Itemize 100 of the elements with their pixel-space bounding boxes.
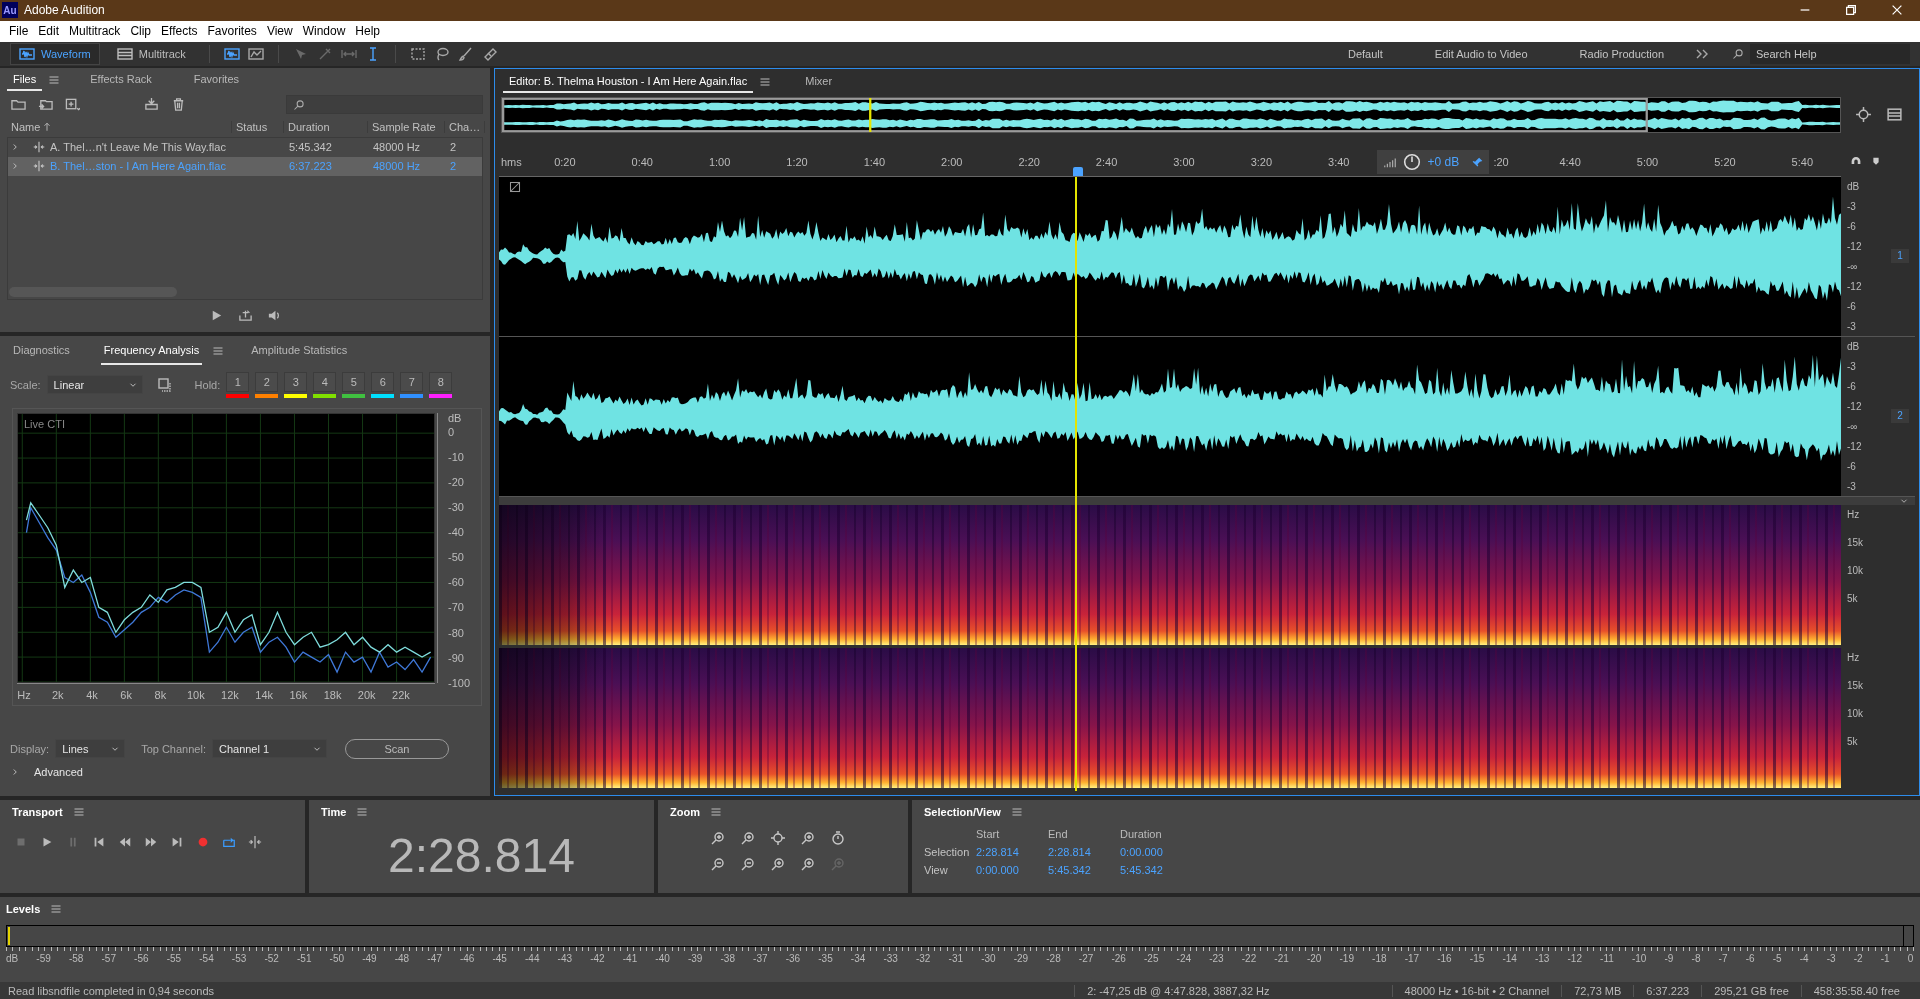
axis-label: -30 — [448, 501, 464, 514]
status-item: 48000 Hz • 16-bit • 2 Channel — [1391, 984, 1562, 997]
scale-label: -12 — [1847, 240, 1863, 252]
pin-icon[interactable] — [1471, 155, 1485, 169]
spectrogram-drawing[interactable] — [499, 647, 1841, 788]
import-icon[interactable] — [38, 97, 53, 113]
panel-menu-icon[interactable] — [759, 75, 772, 88]
hold-button[interactable]: 7 — [400, 371, 424, 392]
time-value[interactable]: 2:28.814 — [976, 845, 1048, 858]
search-field[interactable]: Search Help — [1750, 43, 1910, 64]
new-file-icon[interactable] — [65, 97, 80, 113]
search-field[interactable] — [286, 95, 483, 115]
scale-label: -51 — [297, 952, 312, 964]
scale-dropdown[interactable]: Linear — [46, 375, 143, 395]
scale-label: -38 — [720, 952, 735, 964]
menu-item[interactable]: Effects — [156, 24, 203, 39]
display-dropdown[interactable]: Lines — [55, 739, 126, 759]
open-folder-icon[interactable] — [11, 97, 26, 113]
view-toggle[interactable]: Multitrack — [107, 42, 195, 65]
channel-badge[interactable]: 2 — [1891, 408, 1909, 423]
scale-label: -33 — [883, 952, 898, 964]
zoom-in-icon — [770, 855, 786, 872]
overlay-icon[interactable] — [156, 376, 173, 393]
menu-item[interactable]: Multitrack — [64, 24, 126, 39]
ruler-label: 0:40 — [631, 156, 653, 169]
panel-tab[interactable]: Effects Rack — [84, 68, 158, 91]
waveform-view-icon[interactable] — [223, 45, 240, 62]
scale-label: -27 — [1078, 952, 1094, 964]
marquee-tool-icon[interactable] — [409, 45, 426, 62]
panel-tab[interactable]: Mixer — [799, 70, 839, 93]
file-row[interactable]: A. Thel…n't Leave Me This Way.flac 5:45.342 48000 Hz 2 — [8, 137, 482, 157]
hold-button[interactable]: 6 — [371, 371, 395, 392]
hold-button[interactable]: 8 — [429, 371, 453, 392]
menu-item[interactable]: Favorites — [202, 24, 262, 39]
column-header[interactable]: Sample Rate — [368, 121, 445, 134]
table-cell-text: 2 — [449, 160, 458, 173]
workspace-tab[interactable]: Default — [1326, 47, 1405, 60]
scale-label: -18 — [1372, 952, 1387, 964]
scale-label: -32 — [915, 952, 931, 964]
waveform-drawing[interactable] — [499, 176, 1841, 336]
scale-label: -42 — [590, 952, 605, 964]
panel-tab[interactable]: Diagnostics — [10, 336, 73, 365]
ruler-label: 1:00 — [708, 156, 731, 169]
menu-item[interactable]: View — [261, 24, 298, 39]
channel-dropdown[interactable]: Channel 1 — [211, 739, 327, 759]
axis-label: -70 — [448, 601, 464, 614]
workspace-tab[interactable]: Radio Production — [1557, 47, 1686, 60]
column-header[interactable]: Cha… — [445, 121, 485, 134]
menu-item[interactable]: File — [4, 24, 34, 39]
time-value[interactable]: 5:45.342 — [1120, 863, 1192, 876]
zoom-navigator-icon[interactable] — [1855, 106, 1872, 124]
skip-button[interactable] — [248, 834, 262, 849]
column-header[interactable]: Name — [7, 121, 232, 134]
hold-button[interactable]: 3 — [284, 371, 308, 392]
time-value[interactable]: 0:00.000 — [1120, 845, 1192, 858]
scale-label: -17 — [1404, 952, 1420, 964]
hud-toggle-icon[interactable] — [509, 180, 521, 193]
volume-hud[interactable]: +0 dB — [1377, 150, 1490, 175]
volume-reading: +0 dB — [1427, 155, 1460, 170]
spectrogram-drawing[interactable] — [499, 504, 1841, 645]
scrollbar[interactable] — [9, 286, 177, 297]
scale-label: -52 — [264, 952, 279, 964]
column-header[interactable]: Duration — [284, 121, 368, 134]
view-toggle[interactable]: Waveform — [10, 42, 100, 65]
track-list-icon[interactable] — [1886, 106, 1903, 124]
time-ruler[interactable]: hms 0:20 0:40 1:00 1:20 1:40 2:00 2:20 2:40 3:00 3:20 3:40 +0 dB :20 4:40 5:00 5:20 5:40 — [499, 148, 1841, 177]
trash-icon[interactable] — [171, 97, 186, 113]
panel-tab[interactable]: Editor: B. Thelma Houston - I Am Here Again.flac — [503, 70, 754, 93]
workspace-tab[interactable]: Edit Audio to Video — [1412, 47, 1550, 60]
hold-button[interactable]: 2 — [255, 371, 279, 392]
panel-tab[interactable]: Favorites — [187, 68, 246, 91]
brush-tool-icon[interactable] — [457, 45, 474, 62]
time-value[interactable]: 2:28.814 — [1048, 845, 1120, 858]
panel-tab[interactable]: Amplitude Statistics — [248, 336, 351, 365]
menu-item[interactable]: Edit — [33, 24, 65, 39]
panel-tab[interactable]: Frequency Analysis — [100, 336, 203, 365]
waveform-drawing[interactable] — [499, 336, 1841, 496]
playhead-handle[interactable] — [1073, 166, 1083, 176]
scale-label: 15k — [1847, 536, 1865, 548]
spectral-view-icon[interactable] — [247, 45, 264, 62]
channel-badge[interactable]: 1 — [1891, 248, 1909, 263]
hold-button[interactable]: 1 — [226, 371, 250, 392]
scale-label: -6 — [1847, 220, 1857, 232]
menu-item[interactable]: Window — [297, 24, 351, 39]
axis-label: -50 — [448, 551, 464, 564]
time-value[interactable]: 5:45.342 — [1048, 863, 1120, 876]
insert-icon[interactable] — [144, 97, 159, 113]
volume-knob-icon[interactable] — [1403, 153, 1422, 172]
scale-label: -7 — [1718, 952, 1728, 964]
hold-button[interactable]: 5 — [342, 371, 366, 392]
advanced-toggle[interactable]: Advanced — [10, 761, 480, 782]
panel-tab[interactable]: Files — [7, 68, 43, 91]
time-value[interactable]: 0:00.000 — [976, 863, 1048, 876]
menu-item[interactable]: Clip — [125, 24, 157, 39]
scale-label: 10k — [1847, 707, 1865, 719]
restore-icon[interactable] — [1844, 3, 1858, 18]
overview-waveform[interactable] — [501, 96, 1841, 133]
menu-item[interactable]: Help — [350, 24, 386, 39]
hold-button[interactable]: 4 — [313, 371, 337, 392]
column-header[interactable]: Status — [232, 121, 284, 134]
